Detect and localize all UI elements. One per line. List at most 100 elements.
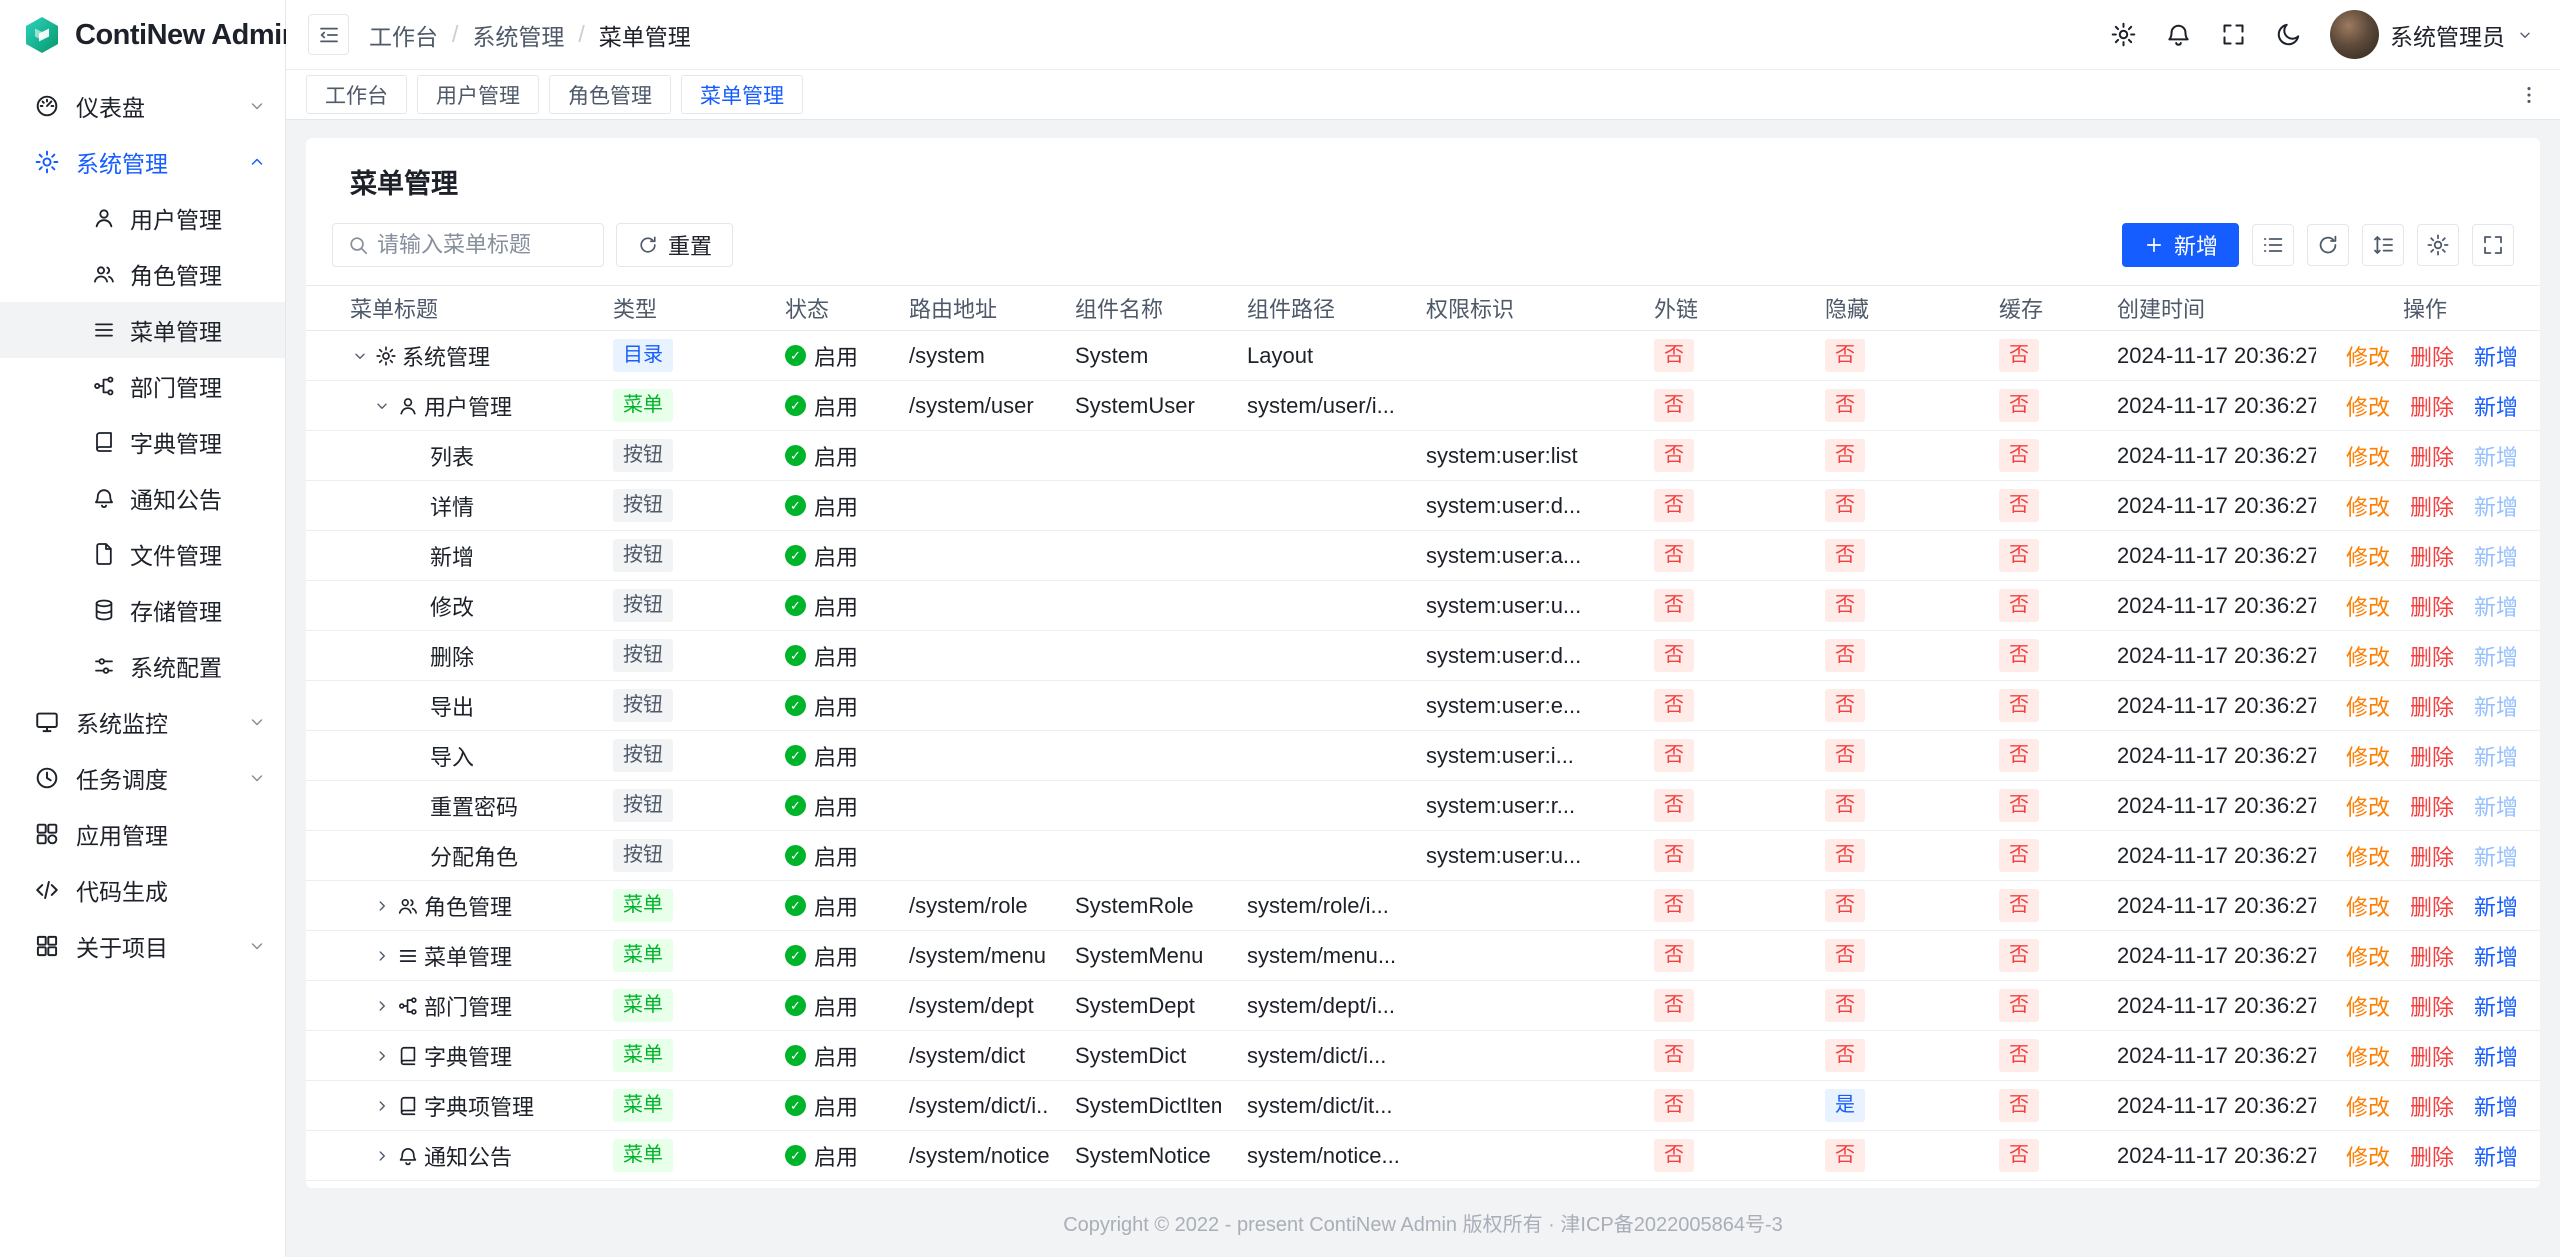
table-fullscreen-button[interactable] <box>2472 224 2514 266</box>
chev-right-icon[interactable] <box>372 1097 392 1115</box>
sidebar-item-dept[interactable]: 部门管理 <box>0 358 285 414</box>
sidebar-item-user[interactable]: 用户管理 <box>0 190 285 246</box>
add-link[interactable]: 新增 <box>2474 395 2518 420</box>
delete-link[interactable]: 删除 <box>2410 645 2454 670</box>
sidebar-item-apps[interactable]: 应用管理 <box>0 806 285 862</box>
chev-right-icon[interactable] <box>372 947 392 965</box>
tab-3[interactable]: 菜单管理 <box>681 75 803 114</box>
created-cell: 2024-11-17 20:36:27 <box>2091 931 2316 981</box>
modify-link[interactable]: 修改 <box>2346 395 2390 420</box>
breadcrumb-item[interactable]: 菜单管理 <box>599 18 691 52</box>
sidebar-item-system[interactable]: 系统管理 <box>0 134 285 190</box>
sidebar-item-notice[interactable]: 通知公告 <box>0 470 285 526</box>
modify-link[interactable]: 修改 <box>2346 695 2390 720</box>
delete-link[interactable]: 删除 <box>2410 1145 2454 1170</box>
reset-button[interactable]: 重置 <box>616 223 733 267</box>
modify-link[interactable]: 修改 <box>2346 745 2390 770</box>
modify-link[interactable]: 修改 <box>2346 995 2390 1020</box>
modify-link[interactable]: 修改 <box>2346 1095 2390 1120</box>
route-cell: /system/dept <box>883 981 1049 1031</box>
modify-link[interactable]: 修改 <box>2346 795 2390 820</box>
logo[interactable]: ContiNew Admin <box>0 0 285 70</box>
sidebar-item-role[interactable]: 角色管理 <box>0 246 285 302</box>
status-enabled-icon: ✓ <box>785 1045 806 1066</box>
row-height-button[interactable] <box>2362 224 2404 266</box>
sidebar-item-storage[interactable]: 存储管理 <box>0 582 285 638</box>
sidebar-item-schedule[interactable]: 任务调度 <box>0 750 285 806</box>
sidebar-item-dashboard[interactable]: 仪表盘 <box>0 78 285 134</box>
menu-title-cell: 字典项管理 <box>306 1081 587 1131</box>
add-link[interactable]: 新增 <box>2474 995 2518 1020</box>
modify-link[interactable]: 修改 <box>2346 445 2390 470</box>
add-link[interactable]: 新增 <box>2474 895 2518 920</box>
tab-1[interactable]: 用户管理 <box>417 75 539 114</box>
chev-down-icon[interactable] <box>372 397 392 415</box>
user-menu[interactable]: 系统管理员 <box>2330 10 2534 59</box>
delete-link[interactable]: 删除 <box>2410 995 2454 1020</box>
actions-cell: 修改删除新增 <box>2316 1031 2540 1081</box>
add-link[interactable]: 新增 <box>2474 1045 2518 1070</box>
refresh-table-button[interactable] <box>2307 224 2349 266</box>
component-path-cell: system/menu... <box>1221 931 1400 981</box>
settings-icon[interactable] <box>2110 21 2137 48</box>
modify-link[interactable]: 修改 <box>2346 345 2390 370</box>
yn-badge: 否 <box>1654 889 1694 922</box>
delete-link[interactable]: 删除 <box>2410 1095 2454 1120</box>
theme-toggle-icon[interactable] <box>2275 21 2302 48</box>
add-button[interactable]: 新增 <box>2122 223 2239 267</box>
add-link[interactable]: 新增 <box>2474 1145 2518 1170</box>
chev-right-icon[interactable] <box>372 1147 392 1165</box>
sidebar-item-config[interactable]: 系统配置 <box>0 638 285 694</box>
sidebar-item-label: 文件管理 <box>130 537 222 571</box>
delete-link[interactable]: 删除 <box>2410 745 2454 770</box>
chev-down-icon[interactable] <box>350 347 370 365</box>
breadcrumb-item[interactable]: 工作台 <box>369 18 438 52</box>
notifications-icon[interactable] <box>2165 21 2192 48</box>
breadcrumb-item[interactable]: 系统管理 <box>472 18 564 52</box>
modify-link[interactable]: 修改 <box>2346 645 2390 670</box>
delete-link[interactable]: 删除 <box>2410 395 2454 420</box>
chev-right-icon[interactable] <box>372 897 392 915</box>
fullscreen-icon[interactable] <box>2220 21 2247 48</box>
modify-link[interactable]: 修改 <box>2346 495 2390 520</box>
delete-link[interactable]: 删除 <box>2410 545 2454 570</box>
delete-link[interactable]: 删除 <box>2410 795 2454 820</box>
delete-link[interactable]: 删除 <box>2410 1045 2454 1070</box>
modify-link[interactable]: 修改 <box>2346 1045 2390 1070</box>
tab-more-icon[interactable] <box>2518 84 2540 106</box>
sidebar-collapse-button[interactable] <box>308 14 349 55</box>
modify-link[interactable]: 修改 <box>2346 545 2390 570</box>
sidebar-item-about[interactable]: 关于项目 <box>0 918 285 974</box>
search-input[interactable] <box>377 232 597 258</box>
add-link[interactable]: 新增 <box>2474 345 2518 370</box>
avatar[interactable] <box>2330 10 2379 59</box>
status-cell: ✓启用 <box>759 381 883 431</box>
bulk-list-button[interactable] <box>2252 224 2294 266</box>
chev-right-icon[interactable] <box>372 997 392 1015</box>
modify-link[interactable]: 修改 <box>2346 945 2390 970</box>
modify-link[interactable]: 修改 <box>2346 1145 2390 1170</box>
sidebar-item-monitor[interactable]: 系统监控 <box>0 694 285 750</box>
chev-right-icon[interactable] <box>372 1047 392 1065</box>
sidebar-item-dict[interactable]: 字典管理 <box>0 414 285 470</box>
sidebar-item-menu[interactable]: 菜单管理 <box>0 302 285 358</box>
tab-0[interactable]: 工作台 <box>306 75 407 114</box>
add-link[interactable]: 新增 <box>2474 1095 2518 1120</box>
delete-link[interactable]: 删除 <box>2410 695 2454 720</box>
delete-link[interactable]: 删除 <box>2410 845 2454 870</box>
delete-link[interactable]: 删除 <box>2410 445 2454 470</box>
delete-link[interactable]: 删除 <box>2410 345 2454 370</box>
sidebar-item-codegen[interactable]: 代码生成 <box>0 862 285 918</box>
delete-link[interactable]: 删除 <box>2410 495 2454 520</box>
delete-link[interactable]: 删除 <box>2410 945 2454 970</box>
delete-link[interactable]: 删除 <box>2410 895 2454 920</box>
column-settings-button[interactable] <box>2417 224 2459 266</box>
sidebar-item-file[interactable]: 文件管理 <box>0 526 285 582</box>
modify-link[interactable]: 修改 <box>2346 845 2390 870</box>
modify-link[interactable]: 修改 <box>2346 895 2390 920</box>
tab-2[interactable]: 角色管理 <box>549 75 671 114</box>
modify-link[interactable]: 修改 <box>2346 595 2390 620</box>
add-link[interactable]: 新增 <box>2474 945 2518 970</box>
delete-link[interactable]: 删除 <box>2410 595 2454 620</box>
hidden-cell: 否 <box>1799 331 1973 381</box>
